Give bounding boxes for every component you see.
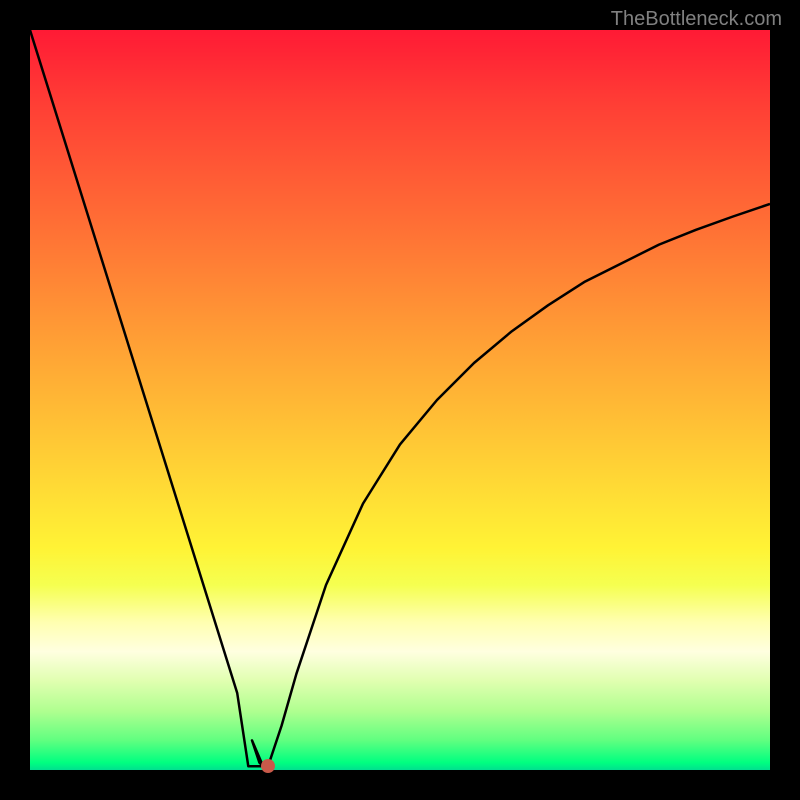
bottleneck-curve-line [30,30,770,770]
watermark-text: TheBottleneck.com [611,8,782,31]
chart-curve-svg [30,30,770,770]
chart-plot-area [30,30,770,770]
optimal-point-marker [261,759,275,773]
